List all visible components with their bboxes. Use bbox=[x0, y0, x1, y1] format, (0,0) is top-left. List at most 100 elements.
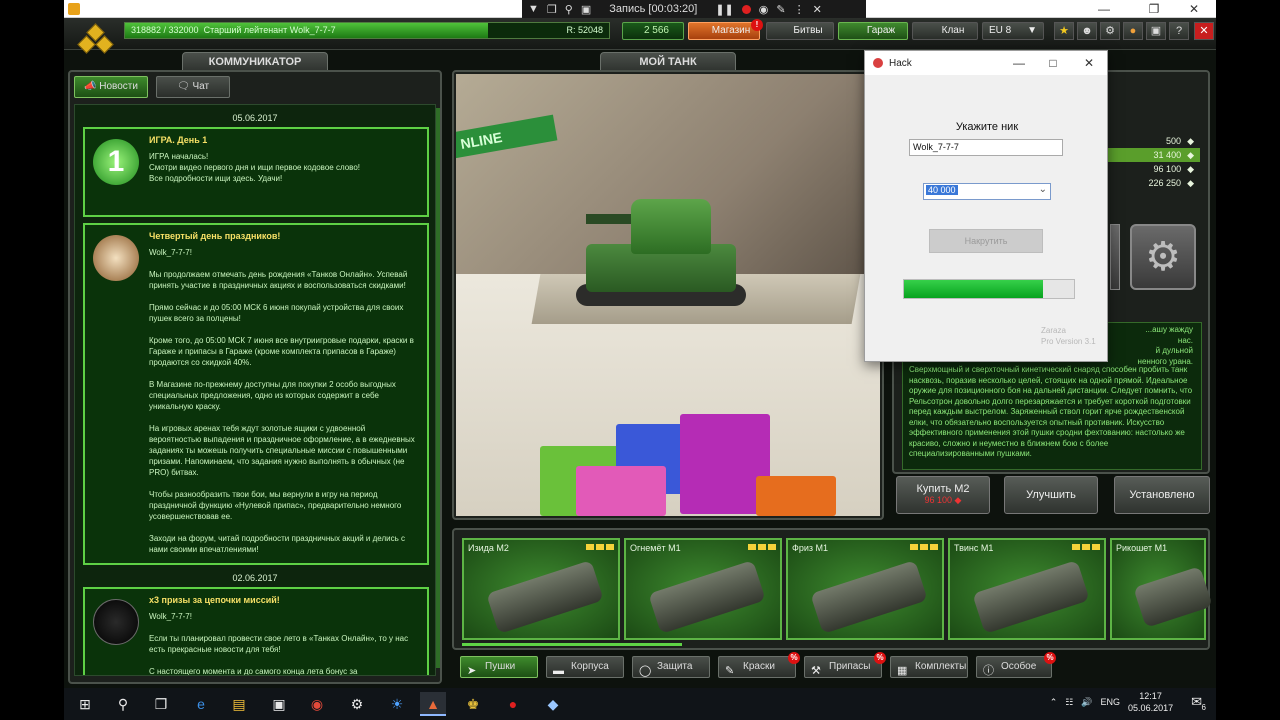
help-button[interactable]: ? bbox=[1169, 22, 1189, 40]
app-icon[interactable]: ☀ bbox=[384, 692, 410, 716]
hack-progress-bar bbox=[903, 279, 1075, 299]
clock[interactable]: 12:17 05.06.2017 bbox=[1128, 690, 1173, 714]
alteration-button[interactable] bbox=[1110, 224, 1120, 290]
item-card[interactable]: Изида М2 bbox=[462, 538, 620, 640]
item-card[interactable]: Огнемёт М1 bbox=[624, 538, 782, 640]
dialog-minimize-icon[interactable]: — bbox=[1001, 51, 1037, 75]
installed-button: Установлено bbox=[1114, 476, 1210, 514]
gift-box bbox=[756, 476, 836, 516]
upgrade-button[interactable]: Улучшить bbox=[1004, 476, 1098, 514]
tab-special[interactable]: ⓘ Особое% bbox=[976, 652, 1056, 678]
windows-start-icon[interactable]: ⊞ bbox=[72, 692, 98, 716]
news-title: ИГРА. День 1 bbox=[149, 135, 208, 145]
progress-fill bbox=[904, 280, 1044, 298]
tab-communicator[interactable]: КОММУНИКАТОР bbox=[182, 52, 328, 72]
system-tray: ⌃ ☷ 🔊 ENG 12:17 05.06.2017 ✉ 6 bbox=[1050, 690, 1206, 714]
news-scrollbar[interactable] bbox=[436, 108, 440, 668]
dialog-close-icon[interactable]: ✕ bbox=[1071, 51, 1107, 75]
window-close-icon[interactable]: ✕ bbox=[1178, 0, 1210, 18]
sound-icon[interactable]: ● bbox=[1123, 22, 1143, 40]
rec-menu-icon[interactable]: ⋮ bbox=[794, 3, 805, 16]
desc-fragment: нас. bbox=[1177, 335, 1193, 345]
items-list: Изида М2 Огнемёт М1 Фриз М1 Твинс М1 Рик… bbox=[456, 530, 1213, 650]
kit-icon: ▦ bbox=[897, 665, 908, 677]
news-title: х3 призы за цепочки миссий! bbox=[149, 595, 280, 605]
upgrade-level-icon bbox=[910, 544, 938, 550]
chrome-icon[interactable]: ◉ bbox=[304, 692, 330, 716]
desc-fragment: й дульной bbox=[1155, 346, 1193, 355]
amount-select[interactable]: 40 000 ⌄ bbox=[923, 183, 1051, 200]
gear-icon: ⚙ bbox=[1145, 235, 1181, 279]
battles-button[interactable]: Битвы bbox=[766, 22, 834, 40]
news-card: Четвертый день праздников! Wolk_7-7-7! М… bbox=[83, 223, 429, 565]
language-indicator[interactable]: ENG bbox=[1101, 697, 1121, 707]
tank-preview[interactable]: NLINE bbox=[456, 74, 880, 516]
tab-guns[interactable]: ➤ Пушки bbox=[460, 656, 538, 678]
game-icon[interactable]: ♚ bbox=[460, 692, 486, 716]
rec-close-icon[interactable]: ✕ bbox=[813, 3, 822, 16]
tab-chat[interactable]: 🗨 Чат bbox=[156, 76, 230, 98]
rec-record-icon[interactable] bbox=[741, 4, 751, 14]
server-chevron-icon: ▼ bbox=[1027, 25, 1037, 36]
rec-minimize-icon[interactable]: ▼ bbox=[528, 3, 539, 15]
steam-icon[interactable]: ⚙ bbox=[344, 692, 370, 716]
tab-kits[interactable]: ▦ Комплекты bbox=[890, 656, 968, 678]
chevron-down-icon: ⌄ bbox=[1038, 184, 1047, 195]
server-select[interactable]: EU 8 ▼ bbox=[982, 22, 1044, 40]
item-stats: 500 ◆ 31 400 ◆ 96 100 ◆ 226 250 ◆ bbox=[1104, 134, 1200, 190]
search-icon[interactable]: ⚲ bbox=[110, 692, 136, 716]
rec-frame-icon[interactable]: ▣ bbox=[581, 3, 591, 16]
settings-gear-icon[interactable]: ⚙ bbox=[1100, 22, 1120, 40]
tray-chevron-icon[interactable]: ⌃ bbox=[1050, 697, 1058, 708]
tab-supplies[interactable]: ⚒ Припасы% bbox=[804, 652, 886, 678]
buy-price: 96 100 ◆ bbox=[924, 495, 962, 505]
tab-news[interactable]: 📣 Новости bbox=[74, 76, 148, 98]
fullscreen-icon[interactable]: ▣ bbox=[1146, 22, 1166, 40]
tab-protection[interactable]: ◯ Защита bbox=[632, 656, 710, 678]
garage-button[interactable]: Гараж bbox=[838, 22, 908, 40]
shop-button[interactable]: Магазин! bbox=[688, 19, 763, 40]
volume-icon[interactable]: 🔊 bbox=[1081, 697, 1092, 708]
restore-icon[interactable]: ❐ bbox=[1138, 0, 1170, 18]
inject-button[interactable]: Накрутить bbox=[929, 229, 1043, 253]
tab-my-tank[interactable]: МОЙ ТАНК bbox=[600, 52, 736, 72]
rec-pen-icon[interactable]: ✎ bbox=[776, 3, 785, 16]
tanki-online-icon[interactable]: ▲ bbox=[420, 692, 446, 716]
rec-camera-icon[interactable]: ◉ bbox=[759, 3, 769, 16]
dialog-app-icon bbox=[873, 58, 883, 68]
nick-input[interactable]: Wolk_7-7-7 bbox=[909, 139, 1063, 156]
star-icon[interactable]: ★ bbox=[1054, 22, 1074, 40]
items-scrollbar[interactable] bbox=[462, 643, 682, 646]
rec-window-icon[interactable]: ❐ bbox=[547, 3, 557, 16]
buy-button[interactable]: Купить М2 96 100 ◆ bbox=[896, 476, 990, 514]
friends-icon[interactable]: ☻ bbox=[1077, 22, 1097, 40]
edge-browser-icon[interactable]: e bbox=[188, 692, 214, 716]
dialog-maximize-icon[interactable]: □ bbox=[1035, 51, 1071, 75]
dialog-title: Hack bbox=[889, 57, 912, 69]
network-icon[interactable]: ☷ bbox=[1065, 697, 1073, 708]
rec-search-icon[interactable]: ⚲ bbox=[565, 3, 573, 16]
upgrade-level-icon bbox=[586, 544, 614, 550]
app-icon[interactable]: ◆ bbox=[540, 692, 566, 716]
recorder-icon[interactable]: ● bbox=[500, 692, 526, 716]
microupgrade-gear-button[interactable]: ⚙ bbox=[1130, 224, 1196, 290]
exit-button[interactable]: ✕ bbox=[1194, 22, 1214, 40]
tab-paints[interactable]: ✎ Краски% bbox=[718, 652, 800, 678]
clan-button[interactable]: Клан bbox=[912, 22, 978, 40]
store-icon[interactable]: ▣ bbox=[266, 692, 292, 716]
item-card[interactable]: Рикошет М1 bbox=[1110, 538, 1213, 640]
news-date: 02.06.2017 bbox=[232, 573, 278, 583]
rec-pause-icon[interactable]: ❚❚ bbox=[715, 3, 733, 16]
xp-bar: 318882 / 332000 Старший лейтенант Wolk_7… bbox=[124, 22, 610, 39]
file-explorer-icon[interactable]: ▤ bbox=[226, 692, 252, 716]
day-one-icon: 1 bbox=[93, 139, 139, 185]
notifications-icon[interactable]: ✉ 6 bbox=[1191, 694, 1206, 712]
minimize-icon[interactable]: — bbox=[1088, 0, 1120, 18]
tab-hulls[interactable]: ▬ Корпуса bbox=[546, 656, 624, 678]
item-card[interactable]: Фриз М1 bbox=[786, 538, 944, 640]
news-feed[interactable]: 05.06.2017 1 ИГРА. День 1 ИГРА началась!… bbox=[74, 104, 436, 676]
hack-dialog: Hack — □ ✕ Укажите ник Wolk_7-7-7 40 000… bbox=[864, 50, 1108, 362]
task-view-icon[interactable]: ❐ bbox=[148, 692, 174, 716]
item-card[interactable]: Твинс М1 bbox=[948, 538, 1106, 640]
buy-label: Купить М2 bbox=[916, 483, 970, 495]
